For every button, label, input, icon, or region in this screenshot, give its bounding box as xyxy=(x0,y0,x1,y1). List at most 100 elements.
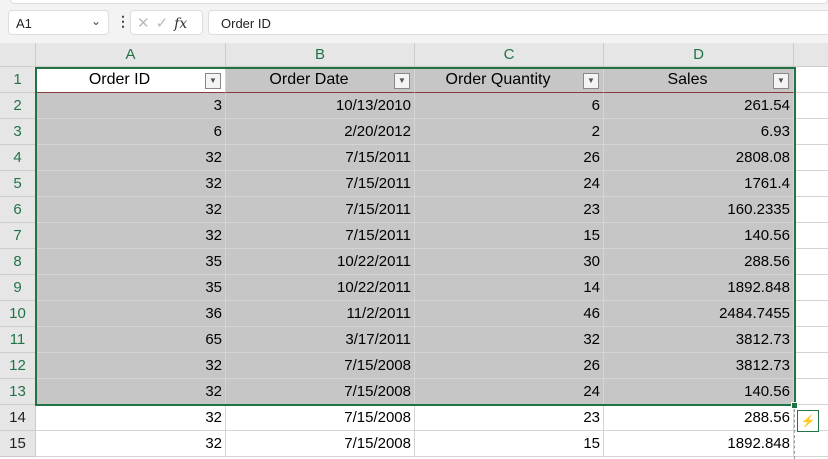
row-header[interactable]: 2 xyxy=(0,93,36,119)
table-cell[interactable]: 7/15/2011 xyxy=(226,171,415,197)
table-cell[interactable]: 14 xyxy=(415,275,604,301)
table-cell[interactable]: 26 xyxy=(415,353,604,379)
table-cell[interactable]: 7/15/2008 xyxy=(226,431,415,457)
table-cell[interactable]: 140.56 xyxy=(604,223,794,249)
table-cell[interactable]: 32 xyxy=(36,431,226,457)
empty-cell[interactable] xyxy=(794,93,828,119)
fill-handle[interactable] xyxy=(791,402,798,409)
filter-dropdown-icon[interactable]: ▼ xyxy=(773,73,789,89)
table-cell[interactable]: 3812.73 xyxy=(604,353,794,379)
table-cell[interactable]: 32 xyxy=(36,145,226,171)
table-cell[interactable]: 32 xyxy=(36,197,226,223)
table-cell[interactable]: 2484.7455 xyxy=(604,301,794,327)
empty-cell[interactable] xyxy=(794,379,828,405)
row-header[interactable]: 10 xyxy=(0,301,36,327)
table-cell[interactable]: 46 xyxy=(415,301,604,327)
row-header[interactable]: 5 xyxy=(0,171,36,197)
table-cell[interactable]: 10/22/2011 xyxy=(226,275,415,301)
enter-icon[interactable]: ✓ xyxy=(156,15,175,32)
table-cell[interactable]: 3812.73 xyxy=(604,327,794,353)
table-cell[interactable]: 3/17/2011 xyxy=(226,327,415,353)
header-cell[interactable]: Order Date ▼ xyxy=(226,67,415,93)
table-cell[interactable]: 160.2335 xyxy=(604,197,794,223)
row-header[interactable]: 6 xyxy=(0,197,36,223)
table-cell[interactable]: 10/13/2010 xyxy=(226,93,415,119)
row-header[interactable]: 7 xyxy=(0,223,36,249)
column-header-A[interactable]: A xyxy=(36,43,226,67)
table-cell[interactable]: 23 xyxy=(415,405,604,431)
empty-cell[interactable] xyxy=(794,197,828,223)
spreadsheet-grid[interactable]: A B C D 1 2 3 4 5 6 7 8 9 10 11 12 13 14 15 Order ID ▼ Order … xyxy=(0,43,828,459)
row-header[interactable]: 1 xyxy=(0,67,36,93)
table-cell[interactable]: 288.56 xyxy=(604,405,794,431)
chevron-down-icon[interactable]: ⌄ xyxy=(91,14,101,28)
column-header-C[interactable]: C xyxy=(415,43,604,67)
table-cell[interactable]: 2/20/2012 xyxy=(226,119,415,145)
table-cell[interactable]: 65 xyxy=(36,327,226,353)
table-cell[interactable]: 32 xyxy=(36,353,226,379)
row-header[interactable]: 15 xyxy=(0,431,36,457)
table-cell[interactable]: 15 xyxy=(415,431,604,457)
table-cell[interactable]: 35 xyxy=(36,249,226,275)
empty-cell[interactable] xyxy=(794,301,828,327)
table-cell[interactable]: 11/2/2011 xyxy=(226,301,415,327)
table-cell[interactable]: 36 xyxy=(36,301,226,327)
filter-dropdown-icon[interactable]: ▼ xyxy=(583,73,599,89)
table-cell[interactable]: 7/15/2008 xyxy=(226,379,415,405)
table-cell[interactable]: 32 xyxy=(36,223,226,249)
filter-dropdown-icon[interactable]: ▼ xyxy=(394,73,410,89)
table-cell[interactable]: 24 xyxy=(415,379,604,405)
empty-cell[interactable] xyxy=(794,431,828,457)
table-cell[interactable]: 261.54 xyxy=(604,93,794,119)
column-header-B[interactable]: B xyxy=(226,43,415,67)
table-cell[interactable]: 30 xyxy=(415,249,604,275)
table-cell[interactable]: 35 xyxy=(36,275,226,301)
empty-cell[interactable] xyxy=(794,67,828,93)
table-cell[interactable]: 3 xyxy=(36,93,226,119)
cancel-icon[interactable]: ✕ xyxy=(137,15,156,32)
row-header[interactable]: 13 xyxy=(0,379,36,405)
table-cell[interactable]: 15 xyxy=(415,223,604,249)
table-cell[interactable]: 26 xyxy=(415,145,604,171)
row-header[interactable]: 11 xyxy=(0,327,36,353)
table-cell[interactable]: 32 xyxy=(36,379,226,405)
row-header[interactable]: 9 xyxy=(0,275,36,301)
table-cell[interactable]: 7/15/2008 xyxy=(226,353,415,379)
table-cell[interactable]: 6 xyxy=(36,119,226,145)
table-cell[interactable]: 1892.848 xyxy=(604,431,794,457)
row-header[interactable]: 3 xyxy=(0,119,36,145)
empty-cell[interactable] xyxy=(794,249,828,275)
table-cell[interactable]: 32 xyxy=(415,327,604,353)
select-all-button[interactable] xyxy=(0,43,36,67)
table-cell[interactable]: 1892.848 xyxy=(604,275,794,301)
header-cell[interactable]: Sales ▼ xyxy=(604,67,794,93)
table-cell[interactable]: 7/15/2008 xyxy=(226,405,415,431)
table-cell[interactable]: 1761.4 xyxy=(604,171,794,197)
row-header[interactable]: 12 xyxy=(0,353,36,379)
header-cell[interactable]: Order Quantity ▼ xyxy=(415,67,604,93)
column-header-E[interactable] xyxy=(794,43,828,67)
insert-function-icon[interactable]: fx xyxy=(174,16,187,32)
table-cell[interactable]: 288.56 xyxy=(604,249,794,275)
row-header[interactable]: 4 xyxy=(0,145,36,171)
empty-cell[interactable] xyxy=(794,171,828,197)
table-cell[interactable]: 10/22/2011 xyxy=(226,249,415,275)
table-cell[interactable]: 6 xyxy=(415,93,604,119)
filter-dropdown-icon[interactable]: ▼ xyxy=(205,73,221,89)
empty-cell[interactable] xyxy=(794,327,828,353)
table-cell[interactable]: 6.93 xyxy=(604,119,794,145)
table-cell[interactable]: 24 xyxy=(415,171,604,197)
empty-cell[interactable] xyxy=(794,145,828,171)
empty-cell[interactable] xyxy=(794,275,828,301)
empty-cell[interactable] xyxy=(794,353,828,379)
table-cell[interactable]: 2808.08 xyxy=(604,145,794,171)
row-header[interactable]: 8 xyxy=(0,249,36,275)
table-cell[interactable]: 7/15/2011 xyxy=(226,197,415,223)
header-cell[interactable]: Order ID ▼ xyxy=(36,67,226,93)
row-header[interactable]: 14 xyxy=(0,405,36,431)
table-cell[interactable]: 7/15/2011 xyxy=(226,145,415,171)
empty-cell[interactable] xyxy=(794,223,828,249)
empty-cell[interactable] xyxy=(794,119,828,145)
name-box[interactable]: A1 ⌄ xyxy=(8,10,109,35)
table-cell[interactable]: 7/15/2011 xyxy=(226,223,415,249)
